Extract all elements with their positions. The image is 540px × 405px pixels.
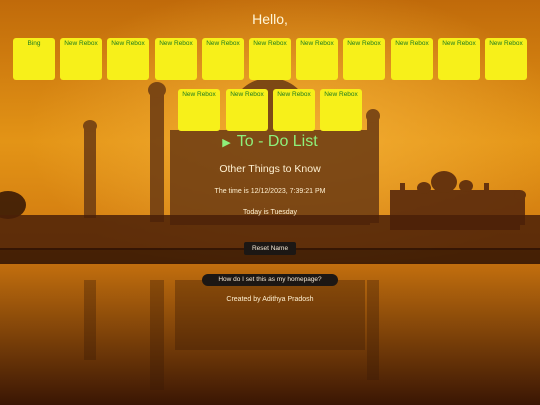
reset-name-button[interactable]: Reset Name <box>244 242 296 255</box>
shortcut-tile[interactable]: New Rebox <box>60 38 102 80</box>
page-content: Hello, Bing New Rebox New Rebox New Rebo… <box>0 0 540 405</box>
shortcut-tile[interactable]: New Rebox <box>226 89 268 131</box>
greeting: Hello, <box>252 11 288 27</box>
shortcut-tile[interactable]: New Rebox <box>107 38 149 80</box>
shortcut-tile[interactable]: New Rebox <box>273 89 315 131</box>
time-text: The time is 12/12/2023, 7:39:21 PM <box>214 188 326 195</box>
play-triangle-icon: ▶ <box>222 137 231 149</box>
shortcut-tile[interactable]: New Rebox <box>178 89 220 131</box>
shortcut-tile-bing[interactable]: Bing <box>13 38 55 80</box>
other-things-heading: Other Things to Know <box>219 163 321 175</box>
shortcut-tile[interactable]: New Rebox <box>202 38 244 80</box>
todo-label: To - Do List <box>236 133 318 150</box>
shortcut-tile[interactable]: New Rebox <box>343 38 385 80</box>
shortcut-tile[interactable]: New Rebox <box>485 38 527 80</box>
shortcut-tile[interactable]: New Rebox <box>296 38 338 80</box>
day-text: Today is Tuesday <box>242 209 298 216</box>
credit-text: Created by Adithya Pradosh <box>226 296 314 303</box>
shortcut-tile[interactable]: New Rebox <box>391 38 433 80</box>
shortcut-tile[interactable]: New Rebox <box>155 38 197 80</box>
todo-toggle[interactable]: ▶ To - Do List <box>0 133 540 151</box>
shortcut-tile[interactable]: New Rebox <box>320 89 362 131</box>
homepage-help-button[interactable]: How do I set this as my homepage? <box>202 274 338 286</box>
shortcut-tile[interactable]: New Rebox <box>249 38 291 80</box>
shortcut-tile[interactable]: New Rebox <box>438 38 480 80</box>
